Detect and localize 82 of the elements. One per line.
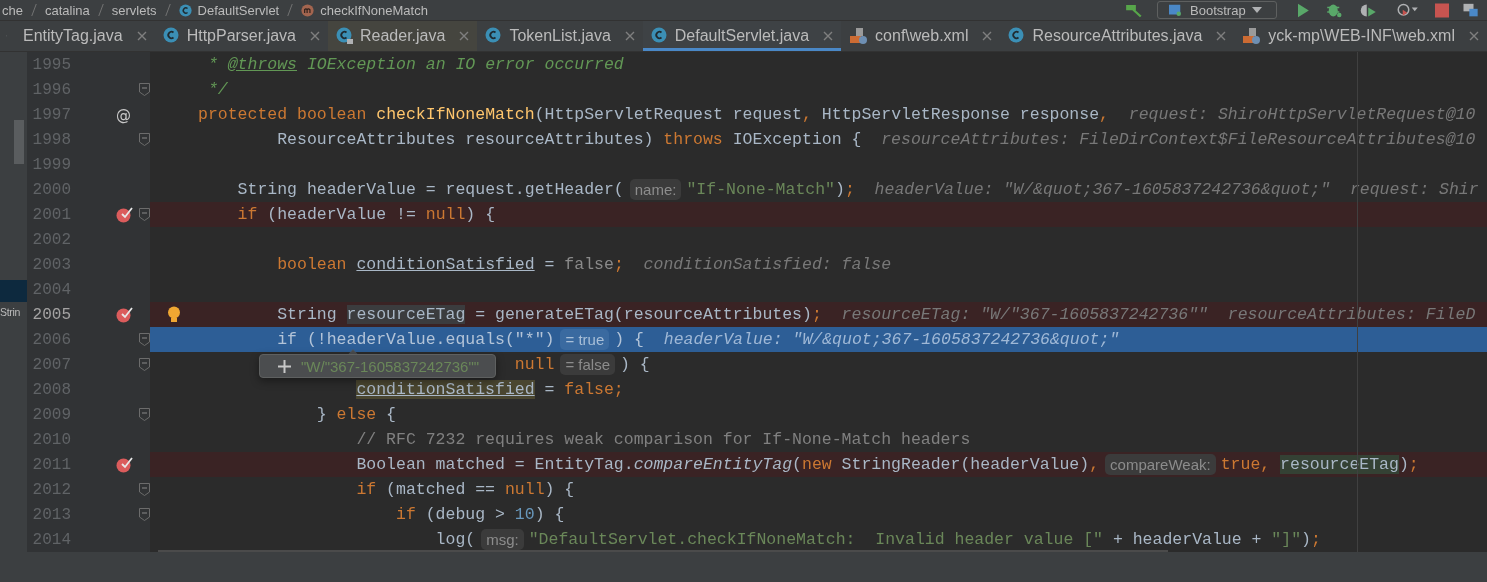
debug-value: resourceAttributes: FileD [1227,305,1476,324]
breakpoint-icon[interactable] [116,306,133,323]
line-number: 2005 [31,305,71,324]
fold-icon[interactable] [138,408,150,421]
code-text: protected boolean checkIfNoneMatch(HttpServletRequest request, HttpServletResponse response, [198,105,1109,124]
close-icon[interactable] [459,31,470,41]
class-icon [650,27,669,45]
close-icon[interactable] [823,31,834,41]
close-icon[interactable] [982,31,993,41]
code-text: String headerValue = request.getHeader( [237,180,624,199]
tree-item-text[interactable]: Strin [0,306,27,318]
layout-icon[interactable] [1461,2,1481,18]
fold-icon[interactable] [138,333,150,346]
class-icon [336,27,354,45]
fold-icon[interactable] [138,483,150,496]
plus-icon[interactable] [278,359,291,373]
class-icon [178,3,192,17]
code-text: } else { [316,405,397,424]
application-icon [1166,4,1184,16]
close-icon[interactable] [1216,31,1227,41]
close-icon[interactable] [136,31,147,41]
fold-icon[interactable] [138,133,150,146]
editor-tab[interactable]: DefaultServlet.java [642,21,842,51]
xml-file-icon [1242,27,1263,45]
code-text: ) { [620,355,650,374]
gutter-marker[interactable]: @ [116,105,131,124]
fold-icon[interactable] [138,508,150,521]
xml-file-icon [849,27,870,45]
class-icon [162,27,181,45]
fold-icon[interactable] [138,358,150,371]
close-icon[interactable] [1469,31,1479,41]
debug-value: request: Shir [1349,180,1479,199]
debug-value: headerValue: "W/&quot;367-1605837242736&quot;" [663,330,1120,349]
editor-tab[interactable]: Reader.java [328,21,478,51]
separator-icon [287,3,294,17]
code-text: ResourceAttributes resourceAttributes) throws IOException { [277,130,862,149]
close-icon[interactable] [310,31,320,41]
breakpoint-icon[interactable] [116,206,133,223]
code-text: if (debug > 10) { [396,505,565,524]
debug-value: resourceETag: "W/"367-1605837242736"" [841,305,1208,324]
debug-value: request: ShiroHttpServletRequest@10 [1128,105,1476,124]
breadcrumb-item[interactable]: servlets [111,2,157,18]
code-text: if (matched == null) { [356,480,575,499]
code-text: if (headerValue != null) { [237,205,496,224]
code-text: if (!headerValue.equals("*") [277,330,555,349]
code-text: */ [207,80,228,99]
code-text: boolean conditionSatisfied = false; [277,255,624,274]
breadcrumb-item[interactable]: DefaultServlet [197,2,280,18]
breadcrumb-item[interactable]: catalina [44,2,90,18]
stop-icon[interactable] [1435,2,1449,18]
breakpoint-icon[interactable] [116,456,133,473]
method-icon [301,3,315,17]
parameter-hint: = true [560,329,610,350]
separator-icon [164,3,171,17]
fold-icon[interactable] [138,83,150,96]
code-text: "If-None-Match"); [686,180,855,199]
breadcrumb-item[interactable]: che [2,2,23,18]
tooltip-value: "W/"367-1605837242736"" [301,357,480,375]
code-text: String resourceETag = generateETag(resourceAttributes); [277,305,822,324]
parameter-hint: msg: [481,529,524,550]
lightbulb-icon[interactable] [167,305,181,324]
parameter-hint: compareWeak: [1105,454,1216,475]
scrollbar-thumb[interactable] [14,120,24,164]
code-text: ) { [614,330,644,349]
close-icon[interactable] [624,31,635,41]
code-text: Boolean matched = EntityTag.compareEntityTag(new StringReader(headerValue), [356,455,1100,474]
run-configuration-dropdown[interactable]: Bootstrap [1157,1,1277,19]
debug-value: resourceAttributes: FileDirContext$FileResourceAttributes@10 [881,130,1476,149]
run-icon[interactable] [1295,2,1311,18]
code-text: * @throws IOException an IO error occurred [207,55,624,74]
code-text: // RFC 7232 requires weak comparison for If-None-Match headers [356,430,971,449]
separator-icon [97,3,104,17]
breadcrumb-item[interactable]: checkIfNoneMatch [320,2,428,18]
parameter-hint: name: [629,179,682,200]
code-text: log( [435,530,476,549]
separator-icon [30,3,37,17]
parameter-hint: = false [560,354,616,375]
code-text: "DefaultServlet.checkIfNoneMatch: Invalid header value [" + headerValue + "]"); [528,530,1321,549]
debug-value: headerValue: "W/&quot;367-1605837242736&quot;" [874,180,1331,199]
fold-icon[interactable] [138,208,150,221]
code-text: null [514,355,555,374]
debug-value: conditionSatisfied: false [643,255,892,274]
